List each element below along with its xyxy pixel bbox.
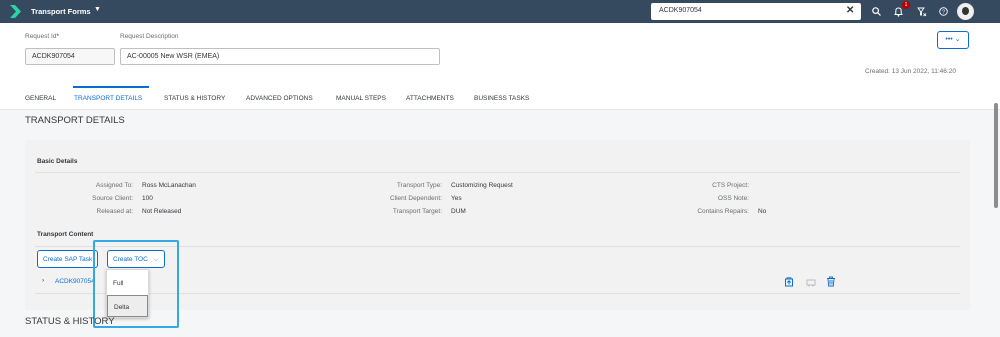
contains-repairs-value: No	[758, 208, 767, 215]
shell-bar: Transport Forms ▼ ACDK907054 ✕ 1 ?	[0, 0, 1000, 23]
more-actions-button[interactable]: ••• ⌄	[937, 31, 969, 49]
active-tab-indicator	[73, 86, 149, 88]
request-description-field[interactable]: AC-00005 New WSR (EMEA)	[120, 48, 440, 65]
client-dependent-value: Yes	[451, 195, 462, 202]
notification-badge: 1	[902, 1, 910, 9]
filter-icon[interactable]	[917, 7, 927, 17]
tab-business-tasks[interactable]: BUSINESS TASKS	[474, 95, 529, 102]
created-timestamp: Created: 13 Jun 2022, 11:46:20	[865, 68, 956, 75]
transport-target-value: DUM	[451, 208, 466, 215]
transport-details-title: TRANSPORT DETAILS	[25, 115, 125, 126]
delete-icon[interactable]	[826, 276, 836, 287]
assigned-to-label: Assigned To:	[95, 182, 133, 189]
tab-attachments[interactable]: ATTACHMENTS	[406, 95, 454, 102]
search-icon[interactable]	[872, 7, 881, 16]
tab-manual-steps[interactable]: MANUAL STEPS	[336, 95, 386, 102]
request-id-label: Request Id*	[25, 33, 59, 40]
scrollbar[interactable]	[994, 103, 998, 208]
request-id-field[interactable]: ACDK907054	[25, 48, 115, 65]
transport-type-value: Customizing Request	[451, 182, 513, 189]
transport-type-label: Transport Type:	[396, 182, 442, 189]
app-title[interactable]: Transport Forms	[31, 7, 91, 16]
oss-note-label: OSS Note:	[717, 195, 749, 202]
user-avatar[interactable]	[957, 3, 974, 20]
contains-repairs-label: Contains Repairs:	[697, 208, 749, 215]
notification-bell-icon[interactable]	[894, 7, 903, 17]
task-link[interactable]: ACDK907054	[55, 278, 95, 285]
object-header: Request Id* ACDK907054 Request Descripti…	[0, 23, 1000, 110]
tab-status-history[interactable]: STATUS & HISTORY	[164, 95, 225, 102]
focus-highlight-box	[93, 240, 179, 328]
released-at-value: Not Released	[142, 208, 182, 215]
source-client-label: Source Client:	[92, 195, 133, 202]
divider	[35, 172, 960, 173]
search-value: ACDK907054	[659, 7, 702, 14]
svg-text:?: ?	[942, 10, 945, 16]
app-logo-icon[interactable]	[10, 5, 21, 18]
transport-content-title: Transport Content	[37, 231, 94, 238]
assigned-to-value: Ross McLanachan	[142, 182, 196, 189]
clear-icon[interactable]: ✕	[846, 5, 854, 16]
transport-icon	[806, 279, 816, 287]
tab-advanced-options[interactable]: ADVANCED OPTIONS	[246, 95, 313, 102]
row-expand-icon[interactable]: ›	[42, 277, 44, 284]
released-at-label: Released at:	[96, 208, 134, 215]
client-dependent-label: Client Dependent:	[389, 195, 442, 202]
cts-project-label: CTS Project:	[712, 182, 749, 189]
search-input[interactable]: ACDK907054 ✕	[651, 3, 861, 20]
tab-general[interactable]: GENERAL	[25, 95, 56, 102]
release-icon[interactable]	[784, 277, 794, 287]
create-sap-task-button[interactable]: Create SAP Task	[37, 250, 99, 268]
source-client-value: 100	[142, 195, 153, 202]
request-description-label: Request Description	[120, 33, 179, 40]
help-icon[interactable]: ?	[939, 7, 948, 16]
tab-transport-details[interactable]: TRANSPORT DETAILS	[74, 95, 142, 102]
transport-target-label: Transport Target:	[392, 208, 442, 215]
basic-details-title: Basic Details	[37, 158, 78, 165]
app-menu-caret-icon[interactable]: ▼	[94, 6, 101, 13]
status-history-title: STATUS & HISTORY	[25, 316, 115, 327]
